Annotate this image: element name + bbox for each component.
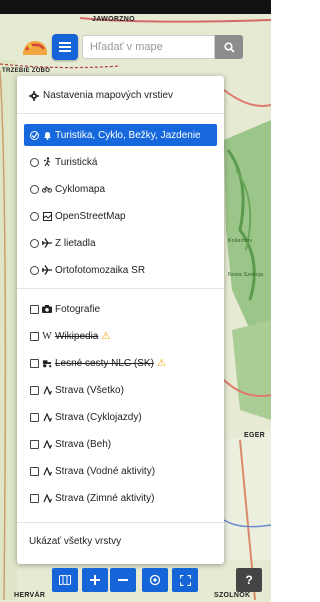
overlay-label: Strava (Cyklojazdy) [55,411,142,423]
layer-settings-link[interactable]: Nastavenia mapových vrstiev [29,90,173,101]
strava-icon [42,412,52,422]
overlay-strava-beh[interactable]: Strava (Beh) [24,433,217,455]
strava-icon [42,493,52,503]
zoom-in-button[interactable] [82,568,108,592]
checkbox [30,385,39,395]
base-layer-turisticka[interactable]: Turistická [24,151,217,173]
locate-icon [149,574,161,586]
base-layer-cyklomapa[interactable]: Cyklomapa [24,178,217,200]
overlay-label: Lesné cesty NLC (SK) [55,357,154,369]
search-button[interactable] [215,35,243,59]
gear-icon [29,90,39,101]
divider [17,113,224,114]
map-label-hervar: HERVÁR [14,592,46,599]
layers-button[interactable] [52,568,78,592]
map-label-szolnok: SZOLNOK [214,592,251,599]
map-label-town: TRZEBIE ZOBO [2,68,51,74]
base-layer-openstreetmap[interactable]: OpenStreetMap [24,205,217,227]
base-layer-turistika-cyklo[interactable]: Turistika, Cyklo, Bežky, Jazdenie [24,124,217,146]
strava-icon [42,439,52,449]
warning-icon: ⚠ [101,330,111,342]
divider [17,288,224,289]
logo-icon [23,41,47,55]
overlay-lesne-cesty[interactable]: Lesné cesty NLC (SK) ⚠ [24,352,217,374]
help-icon: ? [245,573,253,587]
overlay-label: Strava (Vodné aktivity) [55,465,156,477]
overlay-label: Wikipedia [55,330,99,342]
hamburger-icon [59,42,71,52]
overlay-strava-cyklojazdy[interactable]: Strava (Cyklojazdy) [24,406,217,428]
warning-icon: ⚠ [156,357,166,369]
plane-icon [42,238,52,248]
hiker-icon [42,157,52,167]
strava-icon [42,385,52,395]
app-logo[interactable] [22,38,48,58]
layer-settings-label: Nastavenia mapových vrstiev [43,90,174,101]
checkbox [30,412,39,422]
device-status-bar [0,0,271,14]
wikipedia-icon: W [42,330,52,342]
radio-unchecked [30,157,39,167]
minus-icon [118,579,128,581]
bicycle-icon [42,184,52,194]
overlay-fotografie[interactable]: Fotografie [24,298,217,320]
search-icon [223,41,235,53]
overlay-label: Fotografie [55,303,101,315]
radio-unchecked [30,184,39,194]
layers-panel: Nastavenia mapových vrstiev Turistika, C… [17,76,224,564]
plane-icon [42,265,52,275]
strava-icon [42,466,52,476]
checkbox [30,466,39,476]
base-layer-label: Turistika, Cyklo, Bežky, Jazdenie [55,129,201,141]
overlay-strava-zimne[interactable]: Strava (Zimné aktivity) [24,487,217,509]
base-layer-label: Turistická [55,156,98,168]
map-label-area: Nowa Szekcja [228,272,264,278]
zoom-out-button[interactable] [110,568,136,592]
checkbox [30,493,39,503]
show-all-layers-link[interactable]: Ukázať všetky vrstvy [29,536,121,547]
radio-unchecked [30,238,39,248]
overlay-wikipedia[interactable]: W Wikipedia ⚠ [24,325,217,347]
bell-icon [42,130,52,140]
layers-icon [59,575,71,585]
fullscreen-button[interactable] [172,568,198,592]
checkmark-icon [31,132,38,138]
base-layer-label: Ortofotomozaika SR [55,264,146,276]
plus-icon [90,575,100,585]
locate-button[interactable] [142,568,168,592]
checkbox [30,331,39,341]
base-layer-z-lietadla[interactable]: Z lietadla [24,232,217,254]
overlay-strava-vodne[interactable]: Strava (Vodné aktivity) [24,460,217,482]
divider [17,522,224,523]
radio-unchecked [30,265,39,275]
camera-icon [42,304,52,314]
checkbox [30,439,39,449]
tractor-icon [42,358,52,368]
map-label-city: JAWORZNO [92,16,135,23]
base-layer-label: Z lietadla [55,237,96,249]
map-label-village: Koliechov [228,238,253,244]
base-layer-label: Cyklomapa [55,183,106,195]
overlay-strava-vsetko[interactable]: Strava (Všetko) [24,379,217,401]
radio-checked [30,130,39,140]
map-label-eger: EGER [244,432,266,439]
search-input[interactable] [82,35,215,59]
radio-unchecked [30,211,39,221]
overlay-label: Strava (Beh) [55,438,112,450]
overlay-label: Strava (Zimné aktivity) [55,492,155,504]
base-layer-label: OpenStreetMap [55,210,126,222]
checkbox [30,358,39,368]
help-button[interactable]: ? [236,568,262,592]
checkbox [30,304,39,314]
fullscreen-icon [179,574,191,586]
base-layer-ortofotomozaika[interactable]: Ortofotomozaika SR [24,259,217,281]
layers-menu-button[interactable] [52,34,78,60]
map-icon [42,211,52,221]
overlay-label: Strava (Všetko) [55,384,124,396]
